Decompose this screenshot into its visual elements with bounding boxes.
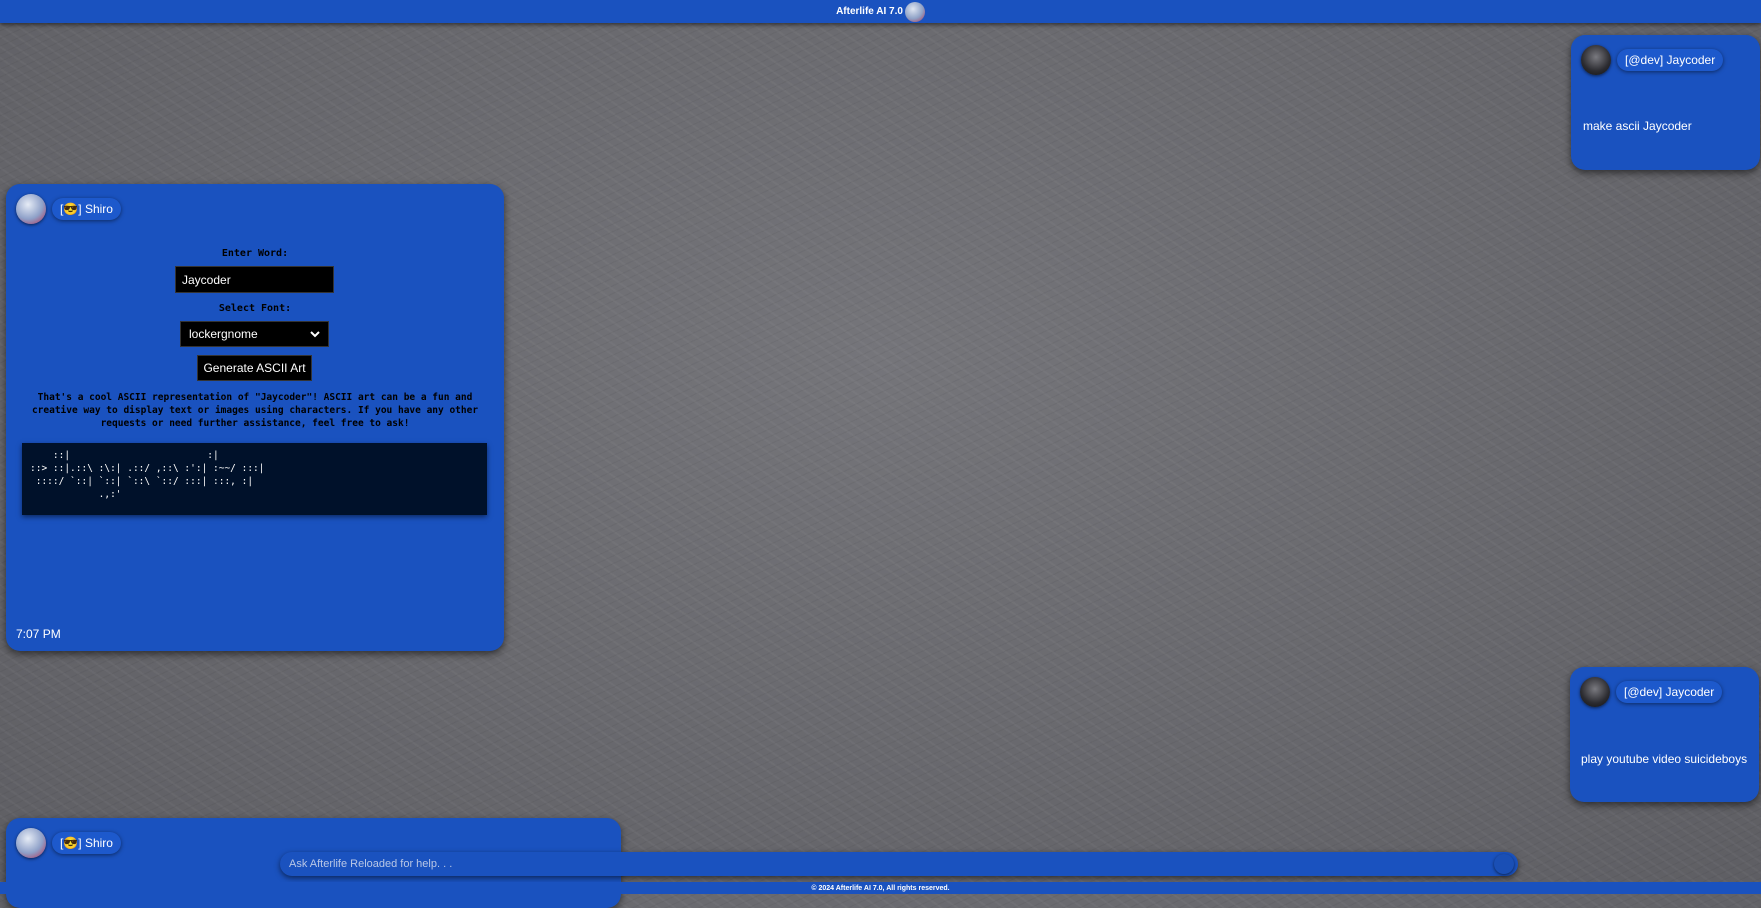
footer: © 2024 Afterlife AI 7.0, All rights rese… bbox=[0, 882, 1761, 894]
author-name-badge[interactable]: [😎] Shiro bbox=[52, 832, 121, 854]
chat-input[interactable] bbox=[280, 857, 1494, 871]
assistant-avatar[interactable] bbox=[16, 194, 46, 224]
font-select-value: lockergnome bbox=[189, 327, 258, 341]
assistant-reply-text: That's a cool ASCII representation of "J… bbox=[31, 392, 479, 429]
footer-copyright: © 2024 Afterlife AI 7.0, All rights rese… bbox=[811, 884, 950, 892]
message-header: [😎] Shiro bbox=[16, 194, 121, 224]
font-select[interactable]: lockergnome bbox=[180, 321, 329, 347]
word-input[interactable] bbox=[175, 266, 334, 293]
author-name-badge[interactable]: [@dev] Jaycoder bbox=[1616, 681, 1723, 703]
assistant-avatar[interactable] bbox=[16, 828, 46, 858]
message-header: [@dev] Jaycoder bbox=[1581, 45, 1724, 75]
generate-ascii-button[interactable]: Generate ASCII Art bbox=[197, 355, 312, 381]
enter-word-label: Enter Word: bbox=[221, 248, 289, 259]
app-title: Afterlife AI 7.0 bbox=[836, 6, 903, 17]
message-header: [@dev] Jaycoder bbox=[1580, 677, 1723, 707]
author-name-badge[interactable]: [😎] Shiro bbox=[52, 198, 121, 220]
ascii-art-output: ::| :| ::> ::|.::\ :\:| .::/ ,::\ :':| :… bbox=[22, 443, 487, 515]
chevron-down-icon bbox=[310, 327, 320, 341]
user-message: [@dev] Jaycoder play youtube video suici… bbox=[1570, 667, 1759, 802]
user-avatar[interactable] bbox=[1580, 677, 1610, 707]
user-message: [@dev] Jaycoder make ascii Jaycoder bbox=[1571, 35, 1760, 170]
send-button[interactable] bbox=[1494, 854, 1514, 874]
user-avatar[interactable] bbox=[1581, 45, 1611, 75]
message-header: [😎] Shiro bbox=[16, 828, 121, 858]
app-logo-avatar bbox=[904, 1, 925, 22]
author-name-badge[interactable]: [@dev] Jaycoder bbox=[1617, 49, 1724, 71]
select-font-label: Select Font: bbox=[218, 303, 292, 314]
chat-composer bbox=[280, 852, 1518, 876]
message-text: make ascii Jaycoder bbox=[1583, 119, 1692, 133]
message-timestamp: 7:07 PM bbox=[16, 627, 61, 641]
top-bar: Afterlife AI 7.0 bbox=[0, 0, 1761, 23]
message-text: play youtube video suicideboys bbox=[1581, 752, 1748, 766]
